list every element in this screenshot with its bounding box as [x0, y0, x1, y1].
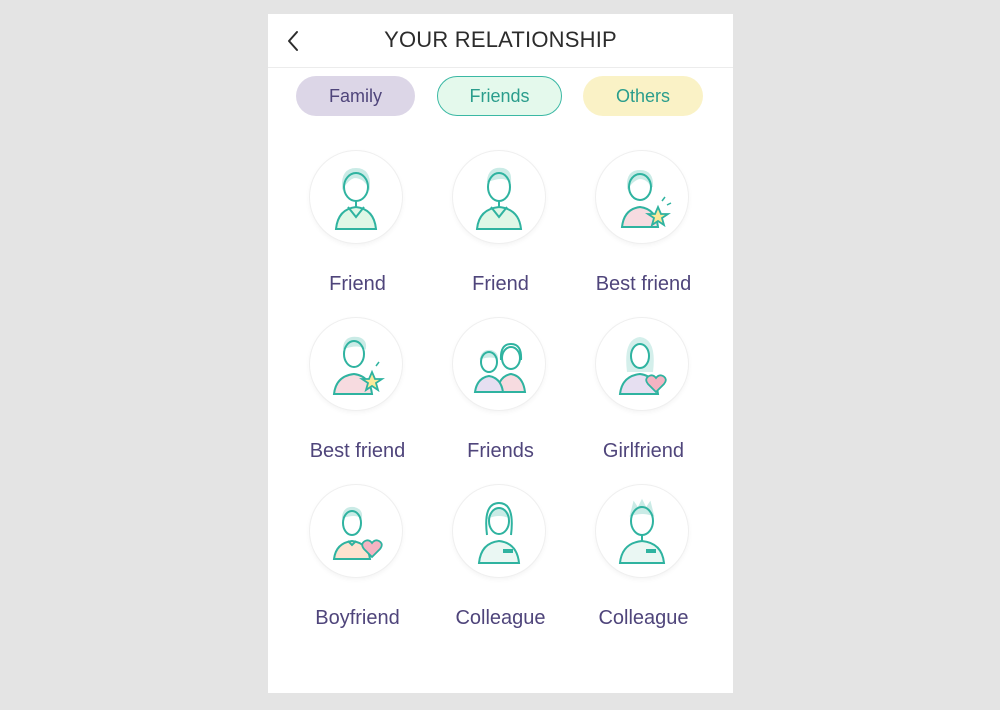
- item-label: Boyfriend: [315, 607, 400, 629]
- best-friend-male-icon: [332, 336, 385, 395]
- relationship-item-colleague-male[interactable]: Colleague: [572, 485, 715, 645]
- phone-screen: YOUR RELATIONSHIP Family Friends Others …: [268, 14, 733, 693]
- avatar: [596, 485, 688, 577]
- tab-others[interactable]: Others: [583, 76, 703, 116]
- colleague-female-icon: [477, 501, 521, 564]
- relationship-item-friends-group[interactable]: Friends: [429, 318, 572, 478]
- relationship-item-girlfriend[interactable]: Girlfriend: [572, 318, 715, 478]
- tab-family[interactable]: Family: [296, 76, 415, 116]
- avatar: [310, 318, 402, 410]
- friends-group-icon: [473, 342, 527, 393]
- relationship-item-best-friend-female[interactable]: Best friend: [572, 151, 715, 311]
- avatar: [453, 151, 545, 243]
- item-label: Best friend: [595, 273, 692, 295]
- avatar: [596, 318, 688, 410]
- relationship-item-best-friend-male[interactable]: Best friend: [286, 318, 429, 478]
- avatar: [310, 151, 402, 243]
- page-title: YOUR RELATIONSHIP: [384, 27, 617, 52]
- item-label: Friend: [472, 273, 529, 295]
- relationship-item-boyfriend[interactable]: Boyfriend: [286, 485, 429, 645]
- item-label: Colleague: [455, 607, 546, 629]
- item-label: Girlfriend: [602, 440, 685, 462]
- item-label: Colleague: [598, 607, 689, 629]
- avatar: [453, 318, 545, 410]
- item-label: Best friend: [309, 440, 406, 462]
- item-label: Friends: [467, 440, 534, 462]
- avatar: [310, 485, 402, 577]
- best-friend-female-icon: [620, 169, 672, 228]
- friend-male-icon: [475, 167, 523, 230]
- relationship-item-friend-male[interactable]: Friend: [429, 151, 572, 311]
- header-bar: YOUR RELATIONSHIP: [268, 14, 733, 68]
- colleague-male-icon: [618, 498, 666, 564]
- avatar: [596, 151, 688, 243]
- relationship-item-friend-female[interactable]: Friend: [286, 151, 429, 311]
- avatar: [453, 485, 545, 577]
- item-label: Friend: [329, 273, 386, 295]
- tab-friends[interactable]: Friends: [437, 76, 562, 116]
- relationship-item-colleague-female[interactable]: Colleague: [429, 485, 572, 645]
- friend-female-icon: [334, 167, 378, 230]
- girlfriend-icon: [618, 336, 667, 395]
- boyfriend-icon: [332, 506, 383, 560]
